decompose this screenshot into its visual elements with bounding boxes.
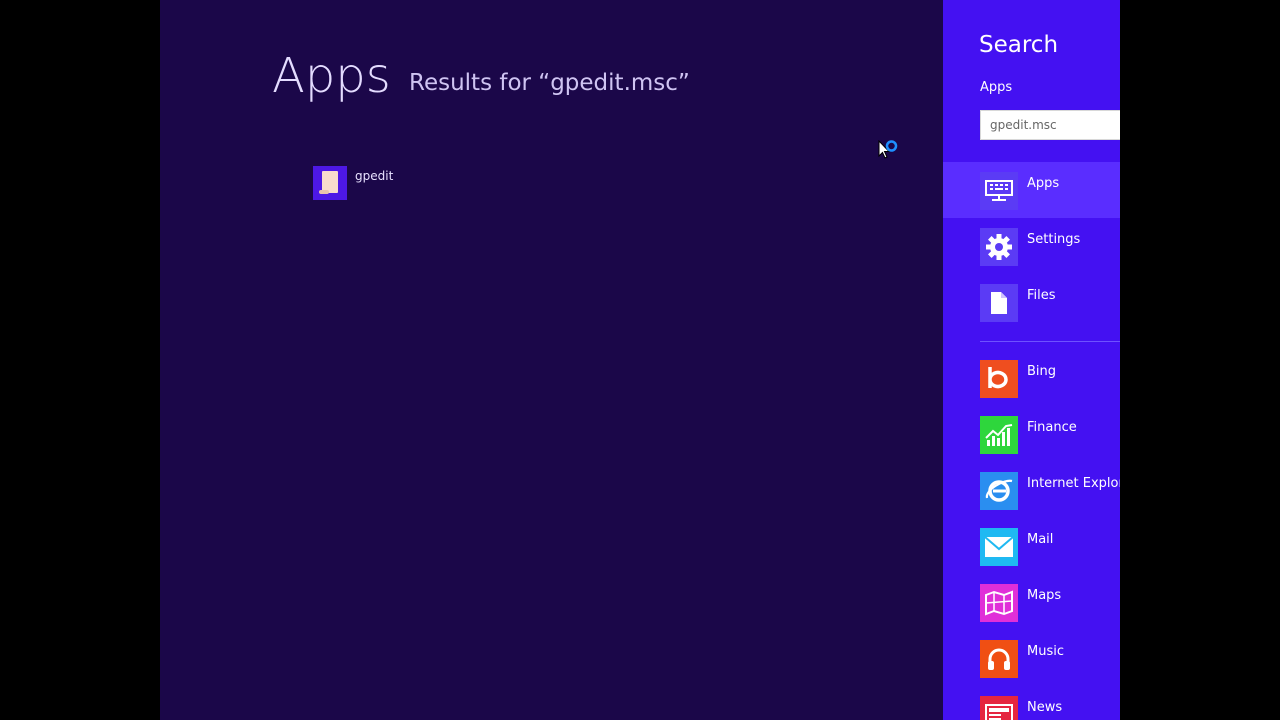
app-news[interactable]: News: [943, 686, 1120, 720]
gear-icon: [980, 228, 1018, 266]
document-scroll-icon: [313, 166, 347, 200]
search-charm: Search Apps Apps: [943, 0, 1120, 720]
app-label: News: [1027, 700, 1063, 715]
file-icon: [980, 284, 1018, 322]
bing-icon: [980, 360, 1018, 398]
charm-title: Search: [979, 32, 1059, 58]
app-finance[interactable]: Finance: [943, 406, 1120, 462]
app-internet-explorer[interactable]: Internet Explorer: [943, 462, 1120, 518]
app-label: Mail: [1027, 532, 1054, 547]
search-scope-label: Apps: [980, 80, 1013, 95]
scope-apps[interactable]: Apps: [943, 162, 1120, 218]
news-icon: [980, 696, 1018, 720]
app-label: Maps: [1027, 588, 1062, 603]
result-item-label: gpedit: [355, 169, 394, 183]
divider: [980, 341, 1120, 342]
search-input[interactable]: [980, 110, 1120, 140]
maps-icon: [980, 584, 1018, 622]
app-bing[interactable]: Bing: [943, 350, 1120, 406]
result-item-gpedit[interactable]: gpedit: [313, 166, 393, 202]
app-label: Internet Explorer: [1027, 476, 1120, 491]
finance-icon: [980, 416, 1018, 454]
results-title: Apps: [272, 48, 391, 104]
keyboard-icon: [980, 172, 1018, 210]
app-label: Finance: [1027, 420, 1077, 435]
app-label: Bing: [1027, 364, 1057, 379]
mail-icon: [980, 528, 1018, 566]
scope-settings[interactable]: Settings: [943, 218, 1120, 274]
app-label: Music: [1027, 644, 1064, 659]
ie-icon: [980, 472, 1018, 510]
start-screen-search-results: Apps Results for “gpedit.msc” gpedit Sea…: [160, 0, 1120, 720]
scope-label: Files: [1027, 288, 1056, 303]
app-music[interactable]: Music: [943, 630, 1120, 686]
app-maps[interactable]: Maps: [943, 574, 1120, 630]
headphones-icon: [980, 640, 1018, 678]
busy-cursor-icon: [878, 140, 898, 159]
results-for-text: Results for “gpedit.msc”: [409, 70, 690, 96]
scope-label: Apps: [1027, 176, 1060, 191]
scope-files[interactable]: Files: [943, 274, 1120, 330]
scope-label: Settings: [1027, 232, 1081, 247]
app-mail[interactable]: Mail: [943, 518, 1120, 574]
